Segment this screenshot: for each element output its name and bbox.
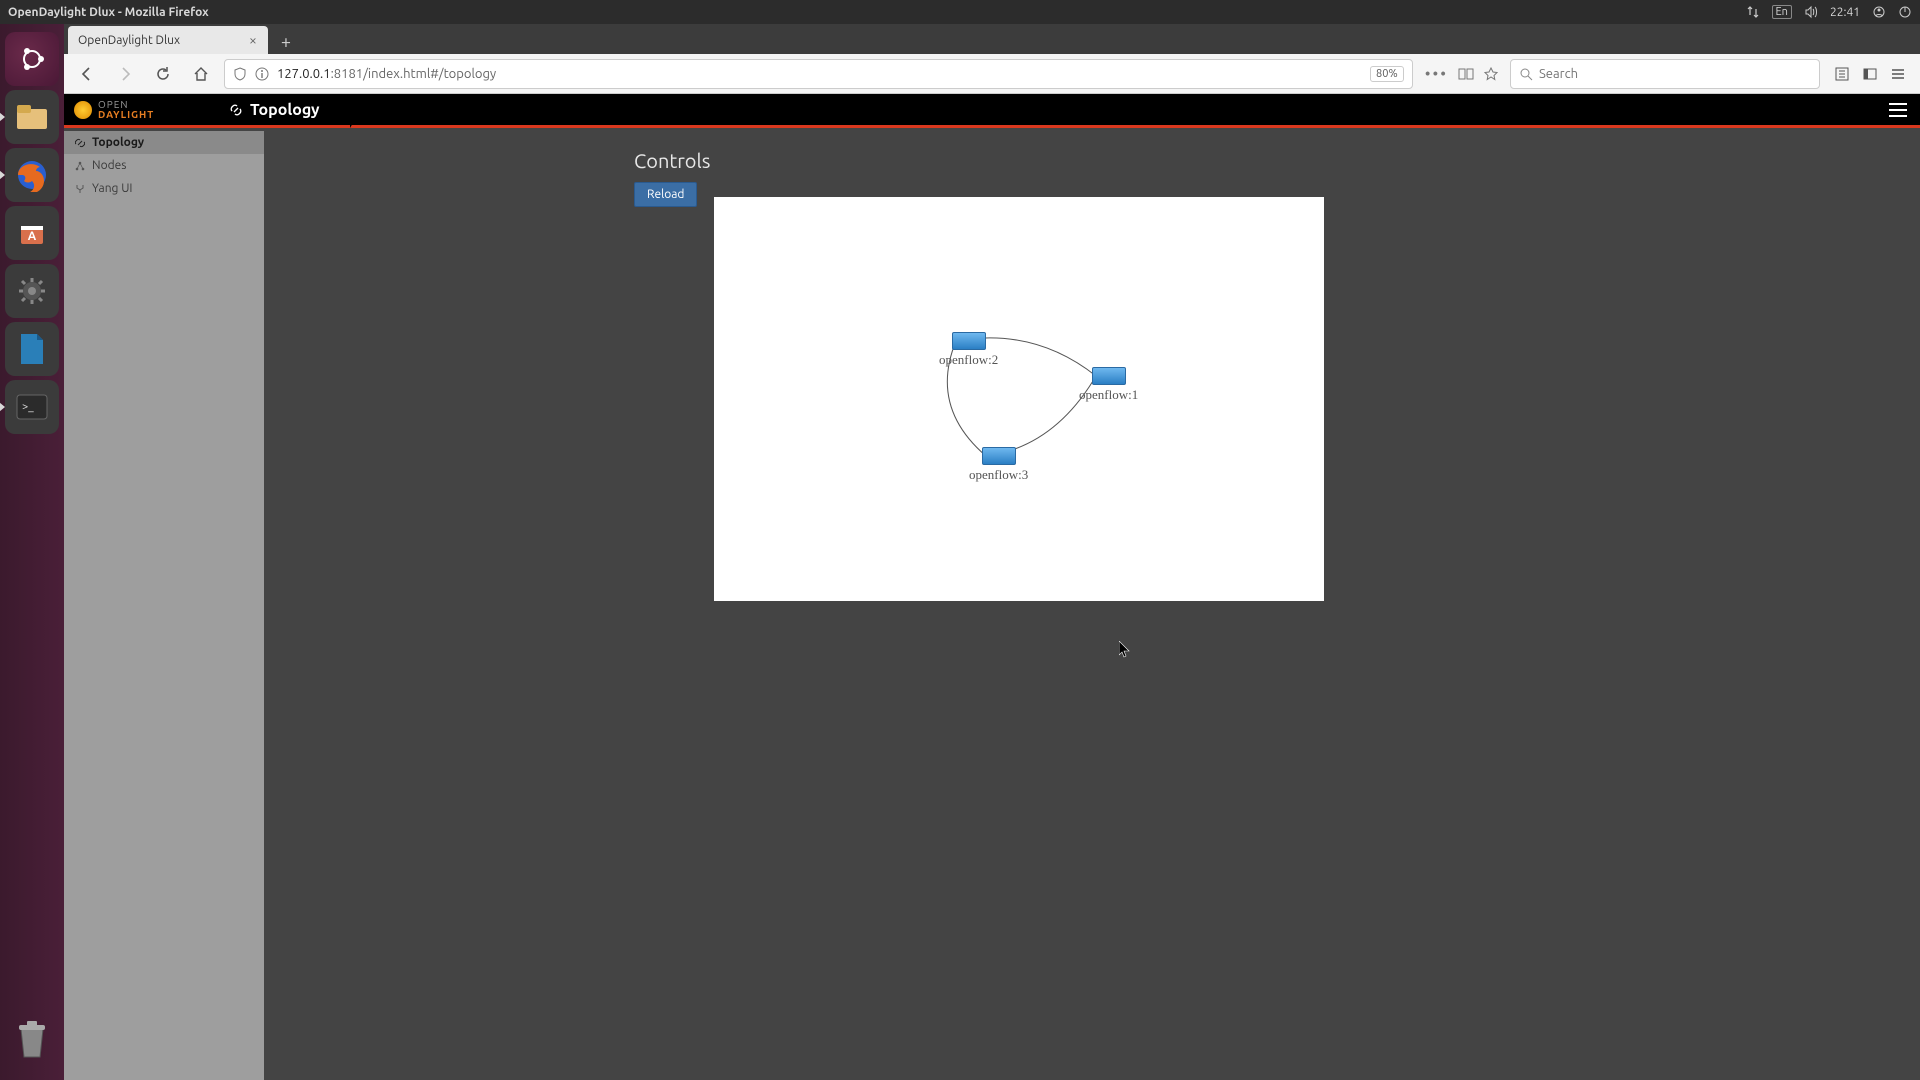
- forward-button[interactable]: [110, 59, 140, 89]
- bookmark-star-icon[interactable]: [1484, 67, 1498, 81]
- app-main: Controls Reload openflow:2 openflow:1: [264, 131, 1920, 1080]
- unity-launcher: A >_: [0, 24, 64, 1080]
- dash-icon[interactable]: [5, 32, 59, 86]
- browser-tab[interactable]: OpenDaylight Dlux ×: [68, 26, 268, 54]
- switch-icon: [952, 332, 986, 350]
- opendaylight-app: OPEN DAYLIGHT Topology Topo: [64, 94, 1920, 1080]
- header-tab-label: Topology: [250, 101, 320, 119]
- address-bar[interactable]: 127.0.0.1:8181/index.html#/topology 80%: [224, 59, 1413, 89]
- reload-page-button[interactable]: [148, 59, 178, 89]
- firefox-app-icon[interactable]: [5, 148, 59, 202]
- sidebar-item-label: Topology: [92, 136, 144, 149]
- logo-text-line2: DAYLIGHT: [98, 110, 154, 120]
- logo-mark-icon: [74, 101, 92, 119]
- node-label: openflow:3: [969, 467, 1028, 483]
- app-menu-button[interactable]: [1876, 94, 1920, 125]
- desktop-top-panel: OpenDaylight Dlux - Mozilla Firefox En 2…: [0, 0, 1920, 24]
- topology-node[interactable]: openflow:1: [1079, 367, 1138, 403]
- site-info-icon[interactable]: [255, 67, 269, 81]
- tab-strip: OpenDaylight Dlux × +: [64, 24, 1920, 54]
- window-title: OpenDaylight Dlux - Mozilla Firefox: [8, 6, 209, 19]
- network-icon[interactable]: [1746, 5, 1760, 19]
- session-icon[interactable]: [1872, 5, 1886, 19]
- switch-icon: [982, 447, 1016, 465]
- volume-icon[interactable]: [1804, 5, 1818, 19]
- topology-node[interactable]: openflow:2: [939, 332, 998, 368]
- settings-app-icon[interactable]: [5, 264, 59, 318]
- node-label: openflow:2: [939, 352, 998, 368]
- libreoffice-icon[interactable]: [5, 322, 59, 376]
- tab-close-button[interactable]: ×: [246, 33, 260, 47]
- zoom-level-badge[interactable]: 80%: [1370, 66, 1404, 82]
- reader-mode-icon[interactable]: [1458, 67, 1474, 81]
- topology-links-svg: [714, 197, 1324, 601]
- back-button[interactable]: [72, 59, 102, 89]
- node-label: openflow:1: [1079, 387, 1138, 403]
- svg-text:>_: >_: [22, 401, 34, 413]
- system-tray: En 22:41: [1746, 5, 1912, 19]
- switch-icon: [1092, 367, 1126, 385]
- keyboard-layout-indicator[interactable]: En: [1772, 5, 1792, 19]
- sidebar-item-topology[interactable]: Topology: [64, 131, 264, 154]
- software-center-icon[interactable]: A: [5, 206, 59, 260]
- controls-heading: Controls: [634, 149, 1920, 172]
- toolbar-right-icons: [1828, 66, 1912, 82]
- reload-topology-button[interactable]: Reload: [634, 182, 697, 207]
- new-tab-button[interactable]: +: [274, 30, 298, 54]
- trash-icon[interactable]: [5, 1012, 59, 1066]
- logo-text-line1: OPEN: [98, 100, 154, 110]
- topology-node[interactable]: openflow:3: [969, 447, 1028, 483]
- shield-icon[interactable]: [233, 67, 247, 81]
- tab-title: OpenDaylight Dlux: [78, 34, 180, 47]
- search-box[interactable]: [1510, 59, 1820, 89]
- link-icon: [74, 138, 86, 148]
- page-actions-menu-icon[interactable]: •••: [1425, 65, 1448, 83]
- opendaylight-logo[interactable]: OPEN DAYLIGHT: [64, 94, 214, 125]
- sidebar-item-label: Yang UI: [92, 182, 132, 195]
- app-header: OPEN DAYLIGHT Topology: [64, 94, 1920, 128]
- header-tab-topology[interactable]: Topology: [214, 94, 350, 125]
- files-app-icon[interactable]: [5, 90, 59, 144]
- nodes-icon: [74, 161, 86, 171]
- sidebar-item-label: Nodes: [92, 159, 126, 172]
- link-icon: [228, 102, 244, 118]
- power-icon[interactable]: [1898, 5, 1912, 19]
- sidebar-item-nodes[interactable]: Nodes: [64, 154, 264, 177]
- clock[interactable]: 22:41: [1830, 6, 1860, 19]
- page-actions: •••: [1421, 65, 1502, 83]
- downloads-icon[interactable]: [1834, 66, 1850, 82]
- svg-text:A: A: [28, 230, 37, 243]
- url-text: 127.0.0.1:8181/index.html#/topology: [277, 67, 1362, 81]
- home-button[interactable]: [186, 59, 216, 89]
- browser-toolbar: 127.0.0.1:8181/index.html#/topology 80% …: [64, 54, 1920, 94]
- mouse-cursor-icon: [1119, 641, 1131, 659]
- app-body: Topology Nodes Yang UI Controls Re: [64, 131, 1920, 1080]
- firefox-window: OpenDaylight Dlux × + 127.0.0.1:8181/ind: [64, 24, 1920, 1080]
- sidebar-item-yang-ui[interactable]: Yang UI: [64, 177, 264, 200]
- sidebar-toggle-icon[interactable]: [1862, 66, 1878, 82]
- search-icon: [1519, 67, 1533, 81]
- topology-canvas[interactable]: openflow:2 openflow:1 openflow:3: [714, 197, 1324, 601]
- firefox-menu-icon[interactable]: [1890, 66, 1906, 82]
- search-input[interactable]: [1539, 67, 1811, 81]
- terminal-app-icon[interactable]: >_: [5, 380, 59, 434]
- app-sidebar: Topology Nodes Yang UI: [64, 131, 264, 1080]
- yang-icon: [74, 184, 86, 194]
